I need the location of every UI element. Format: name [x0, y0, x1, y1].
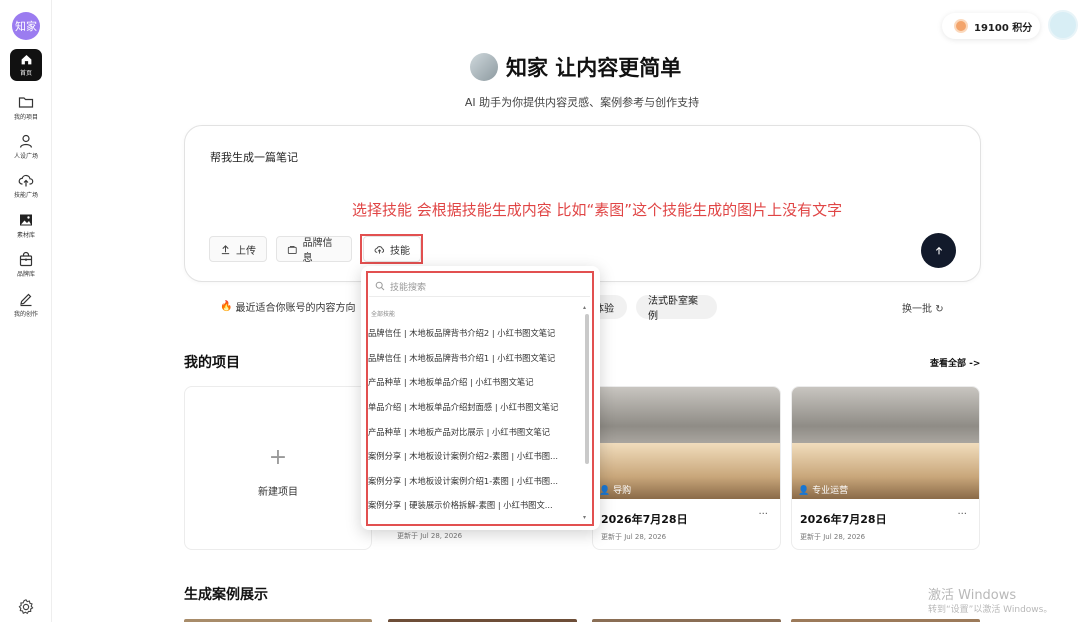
- view-all-link[interactable]: 查看全部 ->: [930, 356, 980, 369]
- highlight-box-dropdown: [366, 271, 594, 526]
- page-subtitle: AI 助手为你提供内容灵感、案例参考与创作支持: [464, 96, 700, 109]
- sidebar-item-label: 人设广场: [13, 153, 38, 160]
- project-card[interactable]: 👤 导购 2026年7月28日 ··· 更新于 Jul 28, 2026: [592, 386, 781, 550]
- project-tag: 👤 专业运营: [798, 486, 849, 496]
- more-icon[interactable]: ···: [957, 509, 967, 520]
- project-updated: 更新于 Jul 28, 2026: [800, 533, 866, 541]
- new-project-card[interactable]: + 新建项目: [184, 386, 372, 550]
- highlight-box-skill: [360, 234, 423, 264]
- sidebar-item-label: 首页: [19, 70, 32, 77]
- points-value: 19100 积分: [974, 22, 1033, 34]
- prompt-input[interactable]: 帮我生成一篇笔记: [210, 149, 298, 165]
- sidebar-item-persona[interactable]: 人设广场: [4, 133, 48, 160]
- suggestion-tag[interactable]: 法式卧室案例: [636, 295, 717, 322]
- project-date: 2026年7月28日: [601, 513, 688, 526]
- sidebar-item-assets[interactable]: 素材库: [4, 212, 48, 239]
- sidebar-item-label: 技能广场: [13, 192, 38, 199]
- upload-label: 上传: [236, 245, 256, 257]
- project-tag: 👤 导购: [599, 486, 632, 496]
- suggestion-hint: 🔥 最近适合你账号的内容方向: [220, 299, 355, 314]
- suggestion-hint-text: 最近适合你账号的内容方向: [235, 303, 356, 314]
- avatar[interactable]: [1048, 10, 1078, 40]
- project-card[interactable]: 👤 专业运营 2026年7月28日 ··· 更新于 Jul 28, 2026: [791, 386, 980, 550]
- refresh-button[interactable]: 换一批 ↻: [902, 300, 944, 315]
- projects-section-title: 我的项目: [184, 355, 240, 371]
- sidebar-item-brands[interactable]: 品牌库: [4, 251, 48, 278]
- cases-section-title: 生成案例展示: [184, 587, 268, 603]
- project-updated: 更新于 Jul 28, 2026: [601, 533, 667, 541]
- project-date: 2026年7月28日: [800, 513, 887, 526]
- refresh-label: 换一批: [902, 304, 932, 315]
- annotation-text: 选择技能 会根据技能生成内容 比如“素图”这个技能生成的图片上没有文字: [352, 201, 843, 219]
- sidebar-item-label: 品牌库: [16, 271, 35, 278]
- gear-icon[interactable]: [17, 598, 35, 616]
- coin-icon: [954, 19, 968, 33]
- plus-icon: +: [268, 445, 288, 470]
- app-root: 知家 首页 我的项目 人设广场 技能广场 素材库 品牌库 我的创作 19100 …: [0, 0, 1080, 622]
- brand-info-button[interactable]: 品牌信息: [276, 236, 352, 264]
- sidebar-item-label: 素材库: [16, 232, 35, 239]
- project-updated: 更新于 Jul 28, 2026: [397, 532, 463, 540]
- new-project-label: 新建项目: [258, 487, 298, 498]
- sidebar-item-creations[interactable]: 我的创作: [4, 291, 48, 318]
- refresh-icon: ↻: [935, 304, 944, 315]
- user-icon: [19, 134, 33, 148]
- home-icon: [21, 55, 31, 65]
- windows-watermark-sub: 转到“设置”以激活 Windows。: [928, 605, 1053, 615]
- send-button[interactable]: [921, 233, 956, 268]
- page-title: 知家 让内容更简单: [470, 52, 681, 82]
- fire-icon: 🔥: [220, 301, 233, 312]
- sidebar-item-label: 我的项目: [13, 114, 38, 121]
- pen-icon: [20, 293, 32, 307]
- bag-icon: [287, 245, 297, 254]
- brand-info-label: 品牌信息: [302, 238, 333, 264]
- cloud-upload-icon: [18, 174, 34, 187]
- image-icon: [20, 214, 32, 226]
- more-icon[interactable]: ···: [758, 509, 768, 520]
- upload-button[interactable]: 上传: [209, 236, 267, 262]
- points-badge[interactable]: 19100 积分: [942, 13, 1040, 39]
- app-logo[interactable]: 知家: [12, 12, 40, 40]
- sidebar-item-home[interactable]: 首页: [10, 49, 42, 81]
- assistant-avatar-icon: [470, 53, 498, 81]
- bag-icon: [19, 251, 33, 267]
- sidebar-item-skills[interactable]: 技能广场: [4, 172, 48, 199]
- windows-watermark: 激活 Windows: [928, 588, 1017, 603]
- sidebar-item-label: 我的创作: [13, 311, 38, 318]
- arrow-up-icon: [935, 246, 942, 254]
- upload-icon: [221, 244, 230, 254]
- page-title-text: 知家 让内容更简单: [506, 56, 682, 80]
